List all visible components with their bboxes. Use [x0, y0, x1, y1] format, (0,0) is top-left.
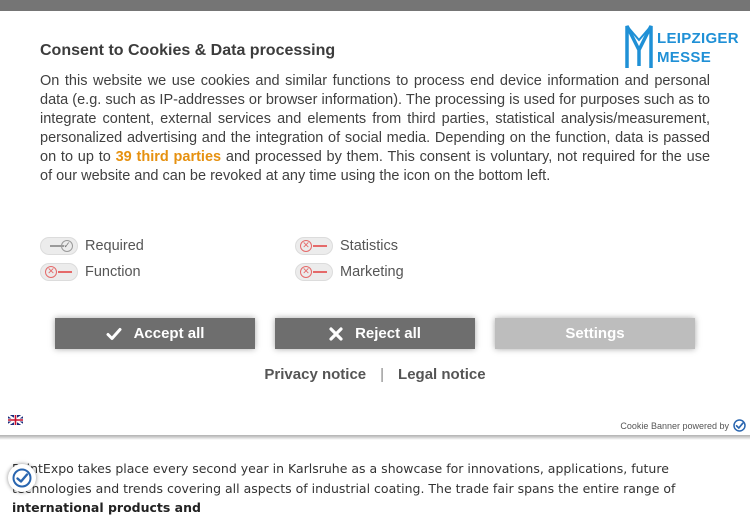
marketing-toggle[interactable]: ✕ [295, 263, 333, 281]
consent-description: On this website we use cookies and simil… [40, 73, 711, 184]
privacy-notice-link[interactable]: Privacy notice [264, 366, 366, 383]
required-label: Required [85, 238, 144, 254]
messe-m-logo-icon [625, 25, 653, 68]
check-icon: ✓ [61, 240, 73, 252]
page-top-bar [0, 0, 750, 11]
powered-by-text: Cookie Banner powered by [620, 420, 729, 431]
x-icon: ✕ [300, 240, 312, 252]
x-icon: ✕ [45, 266, 57, 278]
legal-links: Privacy notice | Legal notice [0, 366, 750, 383]
accept-all-button[interactable]: Accept all [55, 318, 255, 349]
close-icon [329, 326, 343, 341]
logo-line-1: LEIPZIGER [657, 30, 739, 47]
logo-line-2: MESSE [657, 49, 712, 66]
cookie-settings-floating-button[interactable] [8, 464, 36, 492]
required-toggle[interactable]: ✓ [40, 237, 78, 255]
option-function[interactable]: ✕ Function [40, 262, 141, 282]
cookiebot-logo-icon [733, 419, 746, 432]
settings-button[interactable]: Settings [495, 318, 695, 349]
legal-notice-link[interactable]: Legal notice [398, 366, 486, 383]
option-marketing[interactable]: ✕ Marketing [295, 262, 404, 282]
third-parties-link[interactable]: 39 third parties [116, 149, 221, 165]
reject-all-button[interactable]: Reject all [275, 318, 475, 349]
leipziger-messe-logo: LEIPZIGER MESSE [624, 20, 739, 72]
accept-all-label: Accept all [133, 325, 205, 342]
settings-label: Settings [565, 325, 625, 342]
shield-check-icon [12, 468, 32, 488]
function-label: Function [85, 264, 141, 280]
reject-all-label: Reject all [355, 325, 421, 342]
marketing-label: Marketing [340, 264, 404, 280]
checkmark-icon [106, 327, 122, 341]
statistics-toggle[interactable]: ✕ [295, 237, 333, 255]
powered-by[interactable]: Cookie Banner powered by [620, 419, 746, 432]
option-required[interactable]: ✓ Required [40, 236, 144, 256]
dialog-title: Consent to Cookies & Data processing [40, 42, 336, 59]
language-flag-icon[interactable] [7, 412, 24, 426]
option-statistics[interactable]: ✕ Statistics [295, 236, 398, 256]
statistics-label: Statistics [340, 238, 399, 254]
function-toggle[interactable]: ✕ [40, 263, 78, 281]
page-intro-text: PaintExpo takes place every second year … [12, 461, 676, 515]
link-separator: | [380, 366, 385, 383]
x-icon: ✕ [300, 266, 312, 278]
